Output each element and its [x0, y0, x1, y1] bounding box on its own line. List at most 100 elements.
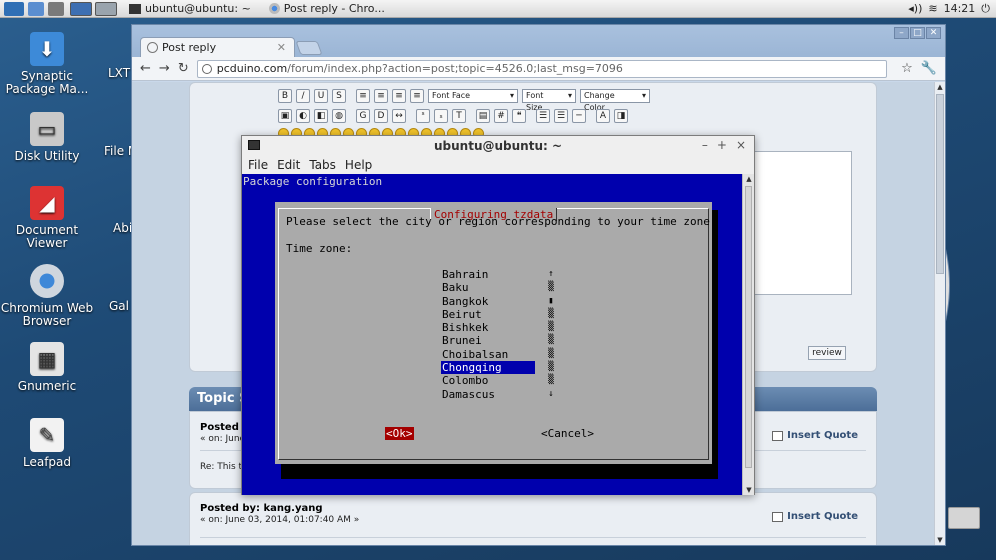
- bookmark-star-icon[interactable]: ☆: [901, 61, 913, 76]
- align-left-button[interactable]: ≡: [356, 89, 370, 103]
- menu-file[interactable]: File: [248, 158, 268, 172]
- link-button[interactable]: ◐: [296, 109, 310, 123]
- quote-button[interactable]: ❝: [512, 109, 526, 123]
- shadow-button[interactable]: D: [374, 109, 388, 123]
- align-right-button[interactable]: ≡: [392, 89, 406, 103]
- underline-button[interactable]: U: [314, 89, 328, 103]
- glow-button[interactable]: G: [356, 109, 370, 123]
- menu-edit[interactable]: Edit: [277, 158, 300, 172]
- bullet-list-button[interactable]: ☰: [536, 109, 550, 123]
- ok-button[interactable]: <Ok>: [385, 427, 414, 440]
- table-button[interactable]: ▤: [476, 109, 490, 123]
- font-face-select[interactable]: Font Face ▾: [428, 89, 518, 103]
- reload-icon[interactable]: ↻: [178, 61, 189, 76]
- justify-button[interactable]: ≡: [410, 89, 424, 103]
- terminal-titlebar[interactable]: ubuntu@ubuntu: ~ – + ×: [242, 136, 754, 156]
- email-button[interactable]: ◧: [314, 109, 328, 123]
- timezone-list[interactable]: Bahrain Baku Bangkok Beirut Bishkek Brun…: [441, 268, 535, 401]
- tab-post-reply[interactable]: Post reply ✕: [140, 37, 295, 57]
- strike-button[interactable]: S: [332, 89, 346, 103]
- hr-button[interactable]: ─: [572, 109, 586, 123]
- workspace-1-icon[interactable]: [70, 1, 92, 16]
- timezone-option[interactable]: Bangkok: [441, 295, 535, 308]
- desktop-icon-gnumeric[interactable]: ▦ Gnumeric: [0, 342, 94, 393]
- desktop-icon-document-viewer[interactable]: ◢ Document Viewer: [0, 186, 94, 250]
- desktop-icon-chromium[interactable]: Chromium Web Browser: [0, 264, 94, 328]
- desktop-icon-disk-utility[interactable]: ▭ Disk Utility: [0, 112, 94, 163]
- scroll-thumb[interactable]: ▮: [547, 295, 555, 308]
- code-button[interactable]: #: [494, 109, 508, 123]
- minimize-button[interactable]: –: [894, 27, 909, 39]
- cancel-button[interactable]: <Cancel>: [541, 427, 594, 440]
- site-info-icon[interactable]: [201, 63, 212, 74]
- address-bar[interactable]: pcduino.com/forum/index.php?action=post;…: [196, 59, 888, 78]
- close-button[interactable]: ✕: [926, 27, 941, 39]
- image-button[interactable]: ▣: [278, 109, 292, 123]
- show-desktop-icon[interactable]: [48, 1, 64, 16]
- back-icon[interactable]: ←: [140, 61, 151, 76]
- bold-button[interactable]: B: [278, 89, 292, 103]
- close-button[interactable]: ×: [736, 138, 746, 152]
- minimize-button[interactable]: –: [702, 138, 708, 152]
- ftp-button[interactable]: ◍: [332, 109, 346, 123]
- page-scrollbar[interactable]: ▲ ▼: [934, 82, 945, 545]
- power-icon[interactable]: ⏻: [981, 2, 990, 16]
- main-menu-icon[interactable]: [4, 1, 24, 16]
- superscript-button[interactable]: ˢ: [416, 109, 430, 123]
- scroll-down-icon[interactable]: ↓: [547, 388, 555, 401]
- timezone-option[interactable]: Beirut: [441, 308, 535, 321]
- menu-help[interactable]: Help: [345, 158, 372, 172]
- timezone-option[interactable]: Choibalsan: [441, 348, 535, 361]
- change-color-select[interactable]: Change Color ▾: [580, 89, 650, 112]
- remove-format-button[interactable]: A: [596, 109, 610, 123]
- desktop-icon-abiword-partial[interactable]: Abi: [113, 221, 132, 235]
- teletype-button[interactable]: T: [452, 109, 466, 123]
- timezone-option[interactable]: Baku: [441, 281, 535, 294]
- taskbar-chromium[interactable]: Post reply - Chro...: [263, 1, 391, 17]
- volume-icon[interactable]: ◂)): [908, 2, 922, 15]
- timezone-option[interactable]: Damascus: [441, 388, 535, 401]
- maximize-button[interactable]: +: [717, 138, 727, 152]
- timezone-option[interactable]: Bahrain: [441, 268, 535, 281]
- subscript-button[interactable]: ₛ: [434, 109, 448, 123]
- font-size-select[interactable]: Font Size ▾: [522, 89, 576, 112]
- desktop-icon-leafpad[interactable]: ✎ Leafpad: [0, 418, 94, 469]
- timezone-scrollbar[interactable]: ↑ ▒ ▮ ▒ ▒ ▒ ▒ ▒ ▒ ↓: [547, 268, 555, 401]
- wifi-icon[interactable]: ≋: [928, 2, 937, 15]
- terminal-screen[interactable]: Package configuration Configuring tzdata…: [242, 174, 744, 495]
- marquee-button[interactable]: ↔: [392, 109, 406, 123]
- scroll-thumb[interactable]: [745, 186, 752, 468]
- ordered-list-button[interactable]: ☰: [554, 109, 568, 123]
- scroll-up-icon[interactable]: ▲: [936, 83, 944, 91]
- maximize-button[interactable]: □: [910, 27, 925, 39]
- scroll-up-icon[interactable]: ▲: [743, 175, 755, 183]
- desktop-icon-galculator-partial[interactable]: Gal: [109, 299, 129, 313]
- close-tab-icon[interactable]: ✕: [277, 41, 286, 54]
- toggle-view-button[interactable]: ◨: [614, 109, 628, 123]
- scroll-up-icon[interactable]: ↑: [547, 268, 555, 281]
- scroll-down-icon[interactable]: ▼: [936, 536, 944, 544]
- terminal-scrollbar[interactable]: ▲ ▼: [742, 174, 754, 495]
- timezone-option[interactable]: Bishkek: [441, 321, 535, 334]
- timezone-option-selected[interactable]: Chongqing: [441, 361, 535, 375]
- workspace-2-icon[interactable]: [95, 1, 117, 16]
- align-center-button[interactable]: ≡: [374, 89, 388, 103]
- file-manager-icon[interactable]: [28, 1, 44, 16]
- timezone-option[interactable]: Brunei: [441, 334, 535, 347]
- wrench-icon[interactable]: 🔧: [921, 61, 937, 76]
- italic-button[interactable]: /: [296, 89, 310, 103]
- scroll-thumb[interactable]: [936, 94, 944, 274]
- desktop-pager-applet[interactable]: [948, 507, 980, 529]
- scroll-down-icon[interactable]: ▼: [743, 486, 755, 494]
- insert-quote-button[interactable]: Insert Quote: [772, 511, 858, 522]
- taskbar-terminal[interactable]: ubuntu@ubuntu: ~: [123, 1, 257, 17]
- menu-tabs[interactable]: Tabs: [309, 158, 336, 172]
- timezone-option[interactable]: Colombo: [441, 374, 535, 387]
- desktop-icon-synaptic[interactable]: ⬇ Synaptic Package Ma...: [0, 32, 94, 96]
- new-tab-button[interactable]: [295, 41, 323, 55]
- desktop-icon-lxterminal-partial[interactable]: LXT: [108, 66, 130, 80]
- preview-button[interactable]: review: [808, 346, 846, 360]
- insert-quote-button[interactable]: Insert Quote: [772, 430, 858, 441]
- forward-icon[interactable]: →: [159, 61, 170, 76]
- clock[interactable]: 14:21: [944, 2, 976, 15]
